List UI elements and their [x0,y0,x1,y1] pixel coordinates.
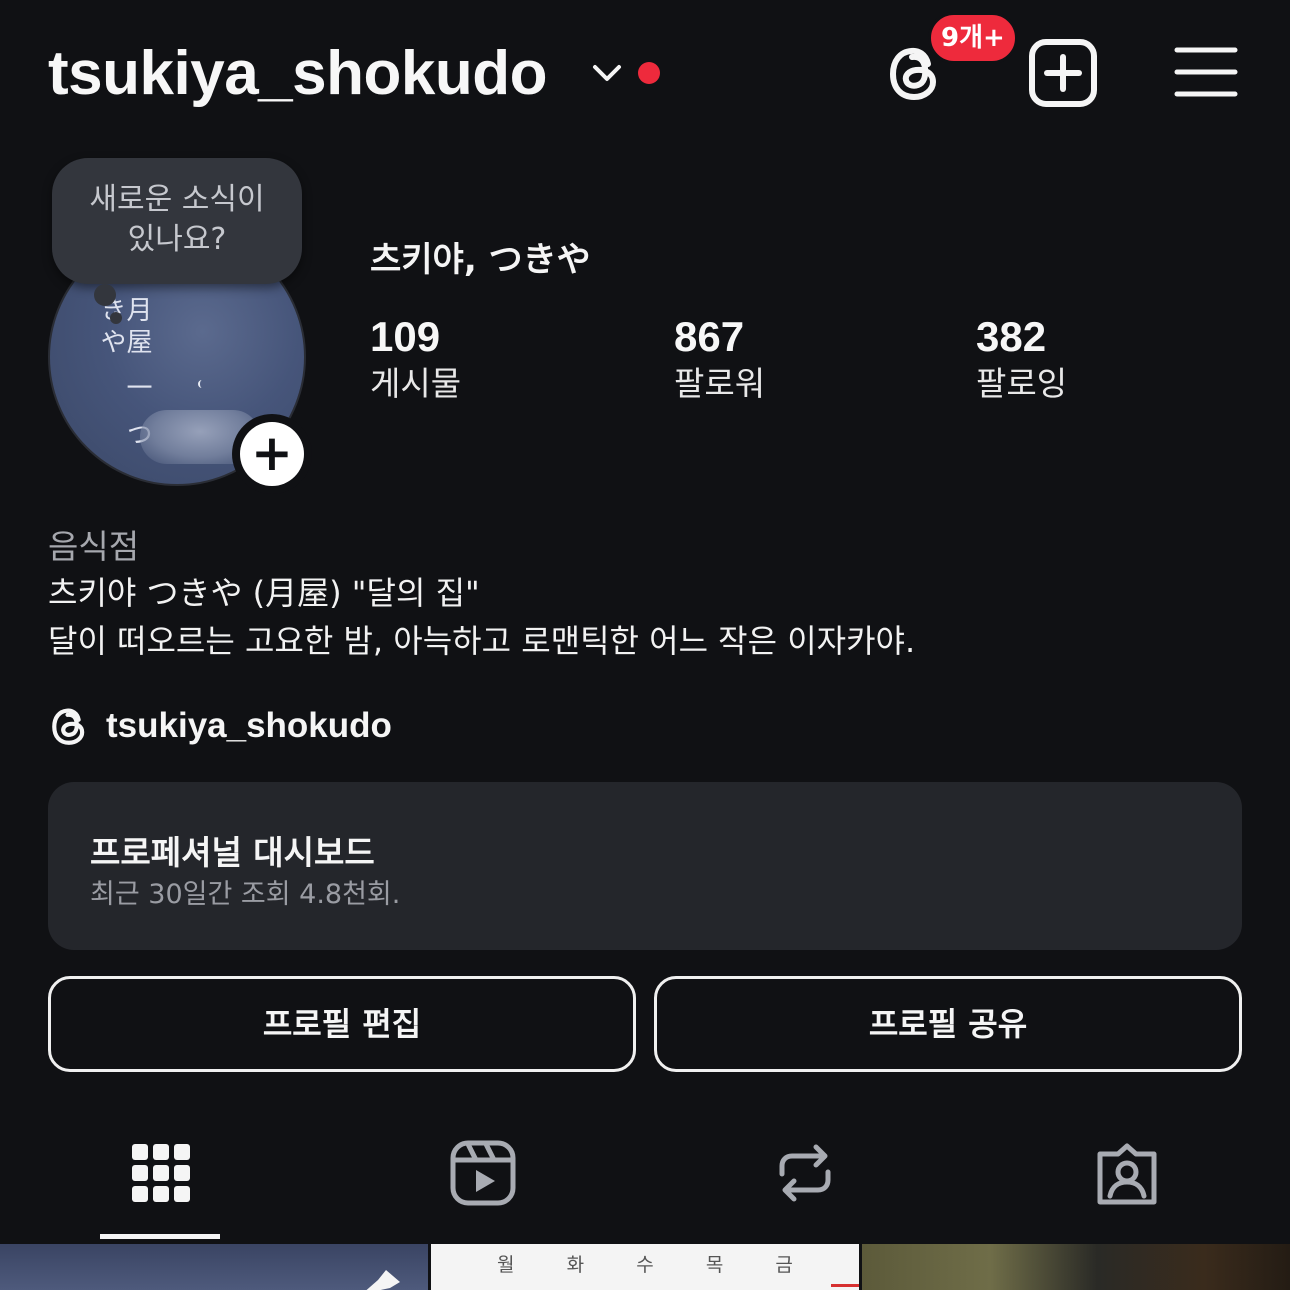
bio-line-1: 츠키야 つきや (月屋) "달의 집" [48,574,480,612]
following-count: 382 [976,313,1047,360]
note-bubble[interactable]: 새로운 소식이 있나요? [52,158,302,284]
weekday: 금 [775,1254,793,1276]
top-bar: tsukiya_shokudo 9개+ [0,0,1290,150]
add-story-button[interactable]: + [232,414,312,494]
weekday: 수 [636,1254,654,1276]
bio-line-2: 달이 떠오르는 고요한 밤, 아늑하고 로맨틱한 어느 작은 이자카야. [48,622,916,660]
active-tab-indicator [100,1234,220,1239]
display-name: 츠키야, つきや [370,240,591,280]
avatar-vertical-text: 月屋 一 つきや [96,296,152,453]
tab-reposts[interactable] [744,1130,864,1240]
weekday: 월 [497,1254,515,1276]
weekday: 화 [566,1254,585,1276]
notification-dot [638,62,660,84]
pin-icon [366,1270,400,1290]
followers-count: 867 [674,313,745,360]
reels-icon [450,1140,516,1206]
note-line-2: 있나요? [127,222,227,257]
threads-icon [52,708,85,745]
following-stat[interactable]: 382 팔로잉 [976,312,1067,406]
note-tail-small [110,312,122,324]
threads-profile-link[interactable]: tsukiya_shokudo [48,700,392,752]
menu-icon[interactable] [1174,44,1238,100]
grid-icon [132,1144,190,1202]
profile-category: 음식점 [48,527,140,566]
calendar-weekdays: 월 화 수 목 금 [431,1250,859,1277]
create-post-icon[interactable] [1028,38,1098,108]
calendar-accent-line [831,1284,859,1287]
threads-badge: 9개+ [928,12,1018,64]
following-label: 팔로잉 [976,364,1068,403]
edit-profile-button[interactable]: 프로필 편집 [48,976,636,1072]
share-profile-button[interactable]: 프로필 공유 [654,976,1242,1072]
followers-label: 팔로워 [674,364,766,403]
professional-dashboard-card[interactable]: 프로페셔널 대시보드 최근 30일간 조회 4.8천회. [48,782,1242,950]
chevron-down-icon[interactable] [590,60,624,86]
weekday: 목 [705,1254,724,1276]
grid-post-3[interactable] [862,1244,1290,1290]
plus-icon: + [240,422,304,486]
note-line-1: 새로운 소식이 [89,182,265,217]
tab-grid[interactable] [100,1130,220,1240]
tab-tagged[interactable] [1066,1130,1186,1240]
tagged-icon [1097,1143,1157,1205]
note-tail [94,284,116,306]
profile-tabs [0,1130,1290,1242]
followers-stat[interactable]: 867 팔로워 [674,312,765,406]
grid-post-2[interactable]: 월 화 수 목 금 [431,1244,859,1290]
repost-icon [779,1144,831,1202]
posts-stat[interactable]: 109 게시물 [370,312,461,406]
moon-icon [198,380,206,388]
posts-label: 게시물 [370,364,462,403]
account-username[interactable]: tsukiya_shokudo [48,36,547,112]
threads-handle: tsukiya_shokudo [106,706,392,745]
tab-reels[interactable] [422,1130,542,1240]
posts-count: 109 [370,313,441,360]
grid-post-1[interactable] [0,1244,428,1290]
dashboard-subtitle: 최근 30일간 조회 4.8천회. [90,879,401,910]
dashboard-title: 프로페셔널 대시보드 [90,833,375,872]
